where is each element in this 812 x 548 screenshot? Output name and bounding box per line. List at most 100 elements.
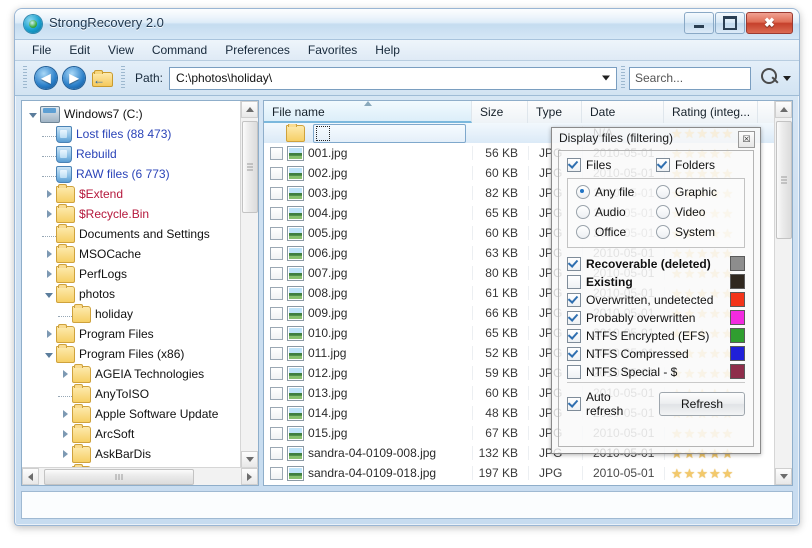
up-folder-button[interactable]: ← [91, 68, 113, 88]
row-checkbox[interactable] [270, 206, 283, 220]
tree-item[interactable]: ArcSoft [26, 423, 241, 444]
tree-item[interactable]: Documents and Settings [26, 223, 241, 244]
filter-flag-color-swatch[interactable] [730, 292, 745, 307]
toolbar-grip-nav[interactable] [23, 66, 27, 90]
refresh-button[interactable]: Refresh [659, 392, 745, 416]
filter-flag-color-swatch[interactable] [730, 274, 745, 289]
back-button[interactable]: ◀ [35, 67, 57, 89]
search-options-chevron-icon[interactable] [783, 75, 791, 81]
tree-item[interactable]: RAW files (6 773) [26, 164, 241, 184]
files-checkbox[interactable] [567, 158, 581, 172]
filter-flag-checkbox[interactable] [567, 346, 581, 361]
close-button[interactable]: ✖ [746, 12, 793, 34]
tree-expand-icon[interactable] [58, 367, 72, 381]
search-icon[interactable] [757, 66, 781, 90]
filter-flag-color-swatch[interactable] [730, 364, 745, 379]
tree-collapse-icon[interactable] [42, 347, 56, 361]
folders-checkbox[interactable] [656, 158, 670, 172]
tree-scroll-right-button[interactable] [241, 468, 258, 485]
menu-item-help[interactable]: Help [366, 41, 409, 59]
tree-hscrollbar-thumb[interactable] [44, 469, 194, 485]
minimize-button[interactable] [684, 12, 714, 34]
tree-horizontal-scrollbar[interactable] [22, 467, 258, 485]
radio-any-file[interactable]: Any file [576, 185, 656, 199]
row-checkbox[interactable] [270, 146, 283, 160]
tree-item[interactable]: $Recycle.Bin [26, 203, 241, 224]
tree-item[interactable]: holiday [26, 303, 241, 324]
list-scroll-down-button[interactable] [775, 468, 792, 485]
chevron-down-icon[interactable] [602, 75, 610, 81]
row-checkbox[interactable] [270, 426, 283, 440]
tree-item[interactable]: AGEIA Technologies [26, 363, 241, 384]
office-radio[interactable] [576, 225, 590, 239]
tree-item[interactable]: Apple Software Update [26, 403, 241, 424]
menu-item-preferences[interactable]: Preferences [216, 41, 299, 59]
system-radio[interactable] [656, 225, 670, 239]
tree-item[interactable]: Rebuild [26, 144, 241, 164]
table-row[interactable]: sandra-04-0109-022.jpg147 KBJPG2010-05-0… [264, 483, 775, 485]
filter-flag-checkbox[interactable] [567, 256, 581, 271]
file-name-cell[interactable]: 012.jpg [264, 365, 472, 381]
radio-system[interactable]: System [656, 225, 736, 239]
tree-vertical-scrollbar[interactable] [240, 101, 258, 468]
row-checkbox[interactable] [270, 406, 283, 420]
radio-video[interactable]: Video [656, 205, 736, 219]
path-combobox[interactable]: C:\photos\holiday\ [169, 66, 617, 90]
tree-scroll-left-button[interactable] [22, 468, 39, 485]
tree-expand-icon[interactable] [42, 247, 56, 261]
list-scroll-up-button[interactable] [775, 101, 792, 118]
row-checkbox[interactable] [270, 386, 283, 400]
filter-flag-checkbox[interactable] [567, 274, 581, 289]
table-row[interactable]: sandra-04-0109-018.jpg 197 KB JPG 2010-05-0… [264, 463, 775, 483]
tree-expand-icon[interactable] [58, 407, 72, 421]
tree-item[interactable]: photos [26, 283, 241, 304]
tree-item[interactable]: Program Files (x86) [26, 343, 241, 364]
list-scrollbar-thumb[interactable] [776, 121, 792, 239]
filter-flag-row[interactable]: NTFS Compressed [567, 346, 745, 361]
file-name-cell[interactable]: 001.jpg [264, 145, 472, 161]
list-vertical-scrollbar[interactable] [774, 101, 792, 485]
column-header[interactable]: Date [582, 101, 664, 123]
file-name-cell[interactable]: 006.jpg [264, 245, 472, 261]
tree-collapse-icon[interactable] [26, 107, 40, 121]
column-header[interactable]: File name [264, 101, 472, 123]
file-name-cell[interactable]: 007.jpg [264, 265, 472, 281]
tree-item[interactable]: $Extend [26, 183, 241, 204]
filter-dialog-close-button[interactable]: ☒ [738, 131, 755, 148]
row-checkbox[interactable] [270, 166, 283, 180]
audio-radio[interactable] [576, 205, 590, 219]
file-name-cell[interactable]: sandra-04-0109-018.jpg [264, 465, 472, 481]
display-files-filter-dialog[interactable]: Display files (filtering) ☒ Files Folder… [551, 127, 761, 454]
tree-item[interactable]: AskBarDis [26, 443, 241, 464]
tree-item[interactable]: AnyToISO [26, 383, 241, 404]
tree-expand-icon[interactable] [58, 427, 72, 441]
file-name-cell[interactable]: 004.jpg [264, 205, 472, 221]
tree-expand-icon[interactable] [42, 207, 56, 221]
row-checkbox[interactable] [270, 286, 283, 300]
radio-graphic[interactable]: Graphic [656, 185, 736, 199]
toolbar-grip-search[interactable] [621, 66, 625, 90]
radio-office[interactable]: Office [576, 225, 656, 239]
row-checkbox[interactable] [270, 306, 283, 320]
filter-flag-row[interactable]: NTFS Encrypted (EFS) [567, 328, 745, 343]
file-name-cell[interactable]: 014.jpg [264, 405, 472, 421]
tree-item[interactable]: Program Files [26, 323, 241, 344]
row-checkbox[interactable] [270, 466, 283, 480]
maximize-button[interactable] [715, 12, 745, 34]
column-header[interactable]: Rating (integ... [664, 101, 758, 123]
filter-flag-row[interactable]: NTFS Special - $ [567, 364, 745, 379]
row-checkbox[interactable] [270, 246, 283, 260]
file-name-cell[interactable]: 010.jpg [264, 325, 472, 341]
row-checkbox[interactable] [270, 266, 283, 280]
toolbar-grip-path[interactable] [121, 66, 125, 90]
parent-row-edit-box[interactable] [313, 123, 466, 143]
file-name-cell[interactable]: 008.jpg [264, 285, 472, 301]
filter-flag-row[interactable]: Probably overwritten [567, 310, 745, 325]
filter-flag-checkbox[interactable] [567, 310, 581, 325]
auto-refresh-checkbox[interactable] [567, 397, 581, 411]
tree-scroll-down-button[interactable] [241, 451, 258, 468]
tree-expand-icon[interactable] [42, 187, 56, 201]
filter-toggle-folders[interactable]: Folders [656, 158, 745, 172]
column-header[interactable]: Type [528, 101, 582, 123]
tree-item[interactable]: Lost files (88 473) [26, 124, 241, 144]
